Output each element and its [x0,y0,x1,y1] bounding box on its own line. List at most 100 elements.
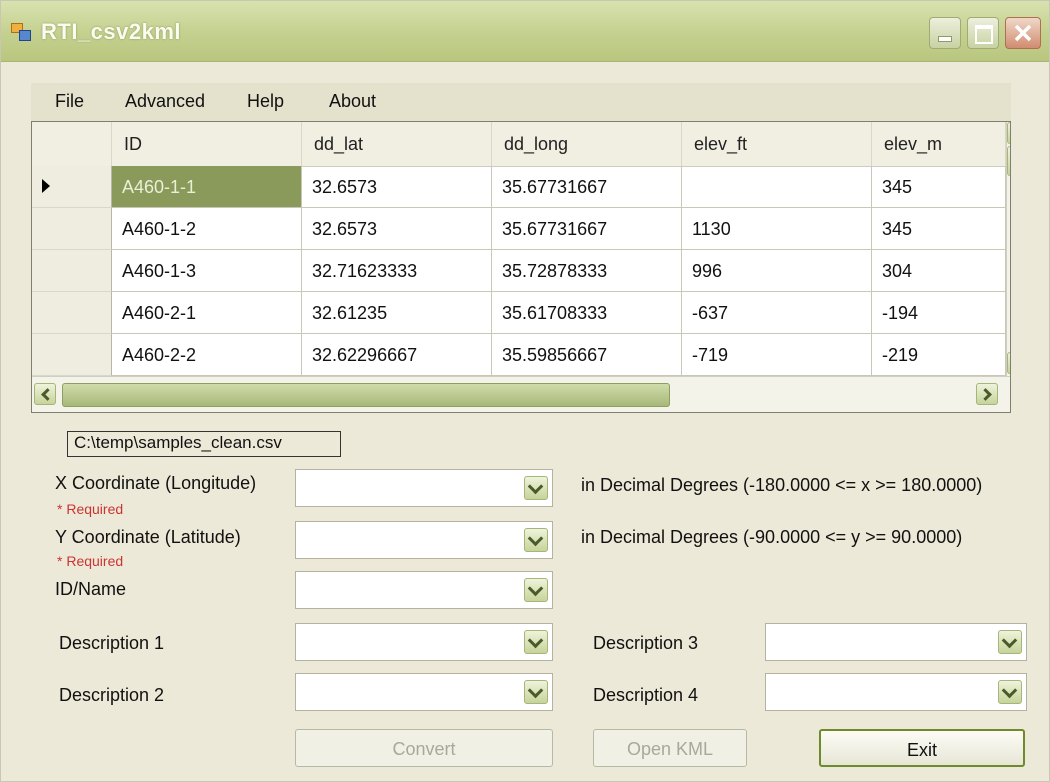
table-row[interactable]: A460-1-2 32.6573 35.67731667 1130 345 [32,208,1010,250]
table-cell[interactable]: A460-2-2 [112,334,302,376]
grid-corner [32,122,112,166]
description-2-label: Description 2 [59,685,165,705]
minimize-icon [938,36,952,42]
chevron-down-icon [1001,682,1018,699]
table-cell[interactable]: 32.62296667 [302,334,492,376]
scroll-left-button[interactable] [34,383,56,405]
column-header-id[interactable]: ID [112,122,302,166]
vertical-scroll-thumb[interactable] [1007,146,1010,176]
table-cell[interactable]: A460-1-1 [112,166,302,208]
menu-help[interactable]: Help [247,91,284,112]
menu-file[interactable]: File [55,91,84,112]
window-title: RTI_csv2kml [41,19,182,44]
x-required-note: * Required [57,501,124,517]
menu-advanced[interactable]: Advanced [125,91,205,112]
table-cell[interactable]: 1130 [682,208,872,250]
table-cell[interactable]: 35.67731667 [492,166,682,208]
table-cell[interactable]: 32.6573 [302,166,492,208]
app-icon [11,23,31,41]
combo-dropdown-button[interactable] [998,680,1022,704]
maximize-icon [975,25,993,44]
table-row[interactable]: A460-2-1 32.61235 35.61708333 -637 -194 [32,292,1010,334]
table-cell[interactable]: 35.59856667 [492,334,682,376]
row-header[interactable] [32,292,112,334]
column-header-elev-ft[interactable]: elev_ft [682,122,872,166]
minimize-button[interactable] [929,17,961,49]
chevron-down-icon [1001,632,1018,649]
table-cell[interactable]: 996 [682,250,872,292]
grid-header: ID dd_lat dd_long elev_ft elev_m [32,122,1010,167]
scroll-up-button[interactable] [1007,122,1010,144]
scroll-right-button[interactable] [976,383,998,405]
column-header-elev-m[interactable]: elev_m [872,122,1006,166]
table-cell[interactable]: 35.72878333 [492,250,682,292]
chevron-down-icon [527,632,544,649]
chevron-left-icon [41,388,54,401]
file-path-label: C:\temp\samples_clean.csv [67,431,341,457]
description-3-combobox[interactable] [765,623,1027,661]
description-4-combobox[interactable] [765,673,1027,711]
combo-dropdown-button[interactable] [524,528,548,552]
column-header-dd-long[interactable]: dd_long [492,122,682,166]
table-cell[interactable]: A460-2-1 [112,292,302,334]
combo-dropdown-button[interactable] [524,476,548,500]
combo-dropdown-button[interactable] [998,630,1022,654]
maximize-button[interactable] [967,17,999,49]
table-cell[interactable]: -637 [682,292,872,334]
table-cell[interactable]: 345 [872,208,1006,250]
column-header-dd-lat[interactable]: dd_lat [302,122,492,166]
table-cell[interactable]: -719 [682,334,872,376]
id-name-combobox[interactable] [295,571,553,609]
chevron-down-icon [527,682,544,699]
horizontal-scroll-thumb[interactable] [62,383,670,407]
description-2-combobox[interactable] [295,673,553,711]
y-coordinate-combobox[interactable] [295,521,553,559]
chevron-right-icon [979,388,992,401]
table-cell[interactable]: 35.61708333 [492,292,682,334]
table-cell[interactable]: 345 [872,166,1006,208]
combo-dropdown-button[interactable] [524,630,548,654]
row-header[interactable] [32,166,112,208]
description-1-label: Description 1 [59,633,165,653]
open-kml-button[interactable]: Open KML [593,729,747,767]
chevron-down-icon [527,580,544,597]
combo-dropdown-button[interactable] [524,680,548,704]
table-cell[interactable]: 304 [872,250,1006,292]
table-row[interactable]: A460-1-3 32.71623333 35.72878333 996 304 [32,250,1010,292]
table-cell[interactable]: 32.71623333 [302,250,492,292]
table-row[interactable]: A460-2-2 32.62296667 35.59856667 -719 -2… [32,334,1010,376]
y-required-note: * Required [57,553,124,569]
table-cell[interactable]: -219 [872,334,1006,376]
combo-dropdown-button[interactable] [524,578,548,602]
menu-bar: File Advanced Help About [31,83,1011,121]
id-name-label: ID/Name [55,579,127,599]
y-coordinate-label: Y Coordinate (Latitude) [55,527,241,547]
row-header[interactable] [32,250,112,292]
x-coordinate-combobox[interactable] [295,469,553,507]
table-cell[interactable]: 35.67731667 [492,208,682,250]
close-button[interactable] [1005,17,1041,49]
exit-button[interactable]: Exit [819,729,1025,767]
data-grid[interactable]: ID dd_lat dd_long elev_ft elev_m A460-1-… [31,121,1011,413]
description-3-label: Description 3 [593,633,699,653]
convert-button[interactable]: Convert [295,729,553,767]
title-bar[interactable]: RTI_csv2kml [1,1,1049,62]
vertical-scrollbar[interactable] [1006,122,1010,376]
table-row[interactable]: A460-1-1 32.6573 35.67731667 345 [32,166,1010,208]
table-cell[interactable]: A460-1-3 [112,250,302,292]
horizontal-scrollbar[interactable] [32,376,1010,412]
row-header[interactable] [32,334,112,376]
row-header[interactable] [32,208,112,250]
table-cell[interactable]: -194 [872,292,1006,334]
app-window: RTI_csv2kml File Advanced Help About ID … [0,0,1050,782]
close-icon [1014,24,1032,42]
scroll-down-button[interactable] [1007,352,1010,374]
x-coordinate-hint: in Decimal Degrees (-180.0000 <= x >= 18… [581,475,983,495]
menu-about[interactable]: About [329,91,376,112]
table-cell[interactable] [682,166,872,208]
table-cell[interactable]: 32.61235 [302,292,492,334]
description-1-combobox[interactable] [295,623,553,661]
current-row-arrow-icon [42,179,50,193]
table-cell[interactable]: 32.6573 [302,208,492,250]
table-cell[interactable]: A460-1-2 [112,208,302,250]
